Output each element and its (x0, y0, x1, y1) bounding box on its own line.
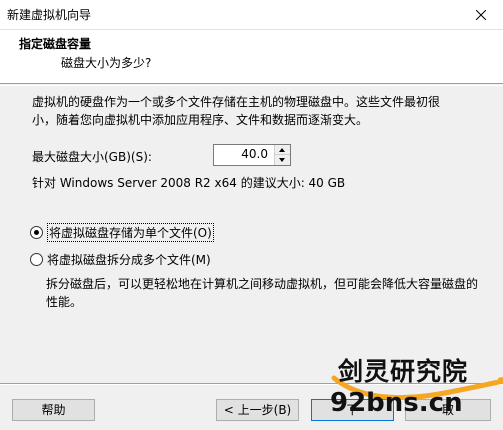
split-multiple-files-label[interactable]: 将虚拟磁盘拆分成多个文件(M) (47, 251, 211, 268)
store-single-file-option[interactable]: 将虚拟磁盘存储为单个文件(O) (30, 223, 214, 242)
title-bar: 新建虚拟机向导 (0, 0, 503, 30)
watermark-text-domain: 92bns.cn (330, 388, 463, 418)
description-line-2: 小，随着您向虚拟机中添加应用程序、文件和数据而逐渐变大。 (32, 113, 369, 127)
header-divider (0, 85, 503, 86)
store-single-file-label[interactable]: 将虚拟磁盘存储为单个文件(O) (47, 223, 214, 242)
disk-size-label: 最大磁盘大小(GB)(S): (32, 150, 152, 164)
increment-arrow-icon[interactable] (275, 145, 290, 155)
page-subtitle: 磁盘大小为多少? (61, 56, 152, 70)
wizard-header: 指定磁盘容量 磁盘大小为多少? (0, 30, 503, 84)
help-button[interactable]: 帮助 (12, 399, 95, 421)
radio-button-unchecked[interactable] (30, 253, 43, 266)
description-line-1: 虚拟机的硬盘作为一个或多个文件存储在主机的物理磁盘中。这些文件最初很 (32, 95, 441, 109)
radio-button-checked[interactable] (30, 226, 43, 239)
page-title: 指定磁盘容量 (19, 37, 92, 51)
watermark-text-chinese: 剑灵研究院 (338, 357, 469, 386)
split-multiple-files-option[interactable]: 将虚拟磁盘拆分成多个文件(M) (30, 251, 211, 268)
close-button[interactable] (459, 0, 503, 30)
recommended-size-text: 针对 Windows Server 2008 R2 x64 的建议大小: 40 … (32, 176, 346, 190)
close-icon (476, 10, 486, 20)
split-description-line-2: 性能。 (46, 295, 83, 309)
window-title: 新建虚拟机向导 (7, 8, 92, 22)
description-text: 虚拟机的硬盘作为一个或多个文件存储在主机的物理磁盘中。这些文件最初很 小，随着您… (32, 93, 472, 129)
split-description: 拆分磁盘后，可以更轻松地在计算机之间移动虚拟机，但可能会降低大容量磁盘的 性能。 (46, 275, 486, 311)
disk-size-stepper[interactable]: 40.0 (213, 144, 291, 166)
disk-size-value[interactable]: 40.0 (214, 147, 272, 161)
split-description-line-1: 拆分磁盘后，可以更轻松地在计算机之间移动虚拟机，但可能会降低大容量磁盘的 (46, 277, 479, 291)
watermark: 剑灵研究院 92bns.cn (330, 352, 503, 430)
decrement-arrow-icon[interactable] (275, 155, 290, 165)
stepper-arrows (274, 145, 290, 165)
back-button[interactable]: < 上一步(B) (216, 399, 299, 421)
